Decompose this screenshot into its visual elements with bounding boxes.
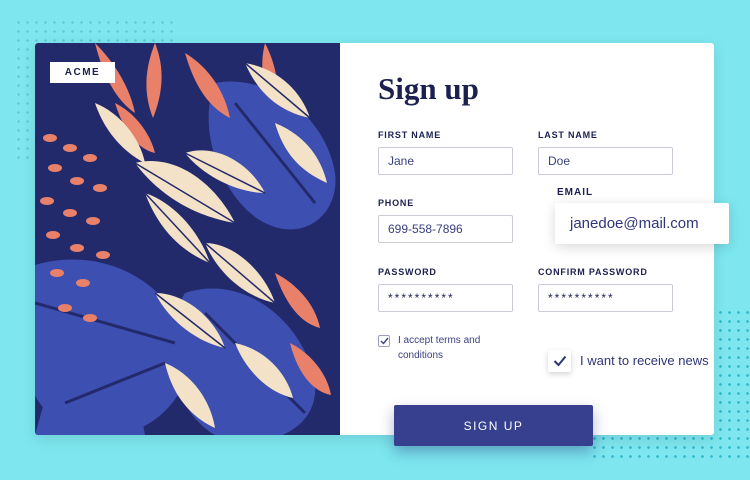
check-icon xyxy=(553,355,566,367)
tropical-leaf-illustration: ACME xyxy=(35,43,340,435)
acme-logo: ACME xyxy=(50,62,115,83)
email-field[interactable]: janedoe@mail.com xyxy=(555,203,729,244)
newsletter-label: I want to receive news xyxy=(580,353,709,368)
phone-label: PHONE xyxy=(378,198,415,208)
terms-checkbox[interactable] xyxy=(378,335,390,347)
terms-label-line2: conditions xyxy=(398,350,444,361)
last-name-label: LAST NAME xyxy=(538,130,598,140)
confirm-password-field[interactable]: ********** xyxy=(538,284,673,312)
email-label: EMAIL xyxy=(557,187,594,198)
terms-label: I accept terms and conditions xyxy=(398,333,480,363)
terms-label-line1: I accept terms and xyxy=(398,335,481,346)
password-field[interactable]: ********** xyxy=(378,284,513,312)
phone-field[interactable]: 699-558-7896 xyxy=(378,215,513,243)
leaf-pattern xyxy=(35,43,336,435)
page-title: Sign up xyxy=(378,71,479,106)
confirm-password-label: CONFIRM PASSWORD xyxy=(538,267,648,277)
sign-up-button[interactable]: SIGN UP xyxy=(394,405,593,446)
last-name-field[interactable]: Doe xyxy=(538,147,673,175)
first-name-field[interactable]: Jane xyxy=(378,147,513,175)
newsletter-checkbox[interactable] xyxy=(548,350,571,372)
check-icon xyxy=(380,337,389,345)
password-label: PASSWORD xyxy=(378,267,437,277)
first-name-label: FIRST NAME xyxy=(378,130,441,140)
